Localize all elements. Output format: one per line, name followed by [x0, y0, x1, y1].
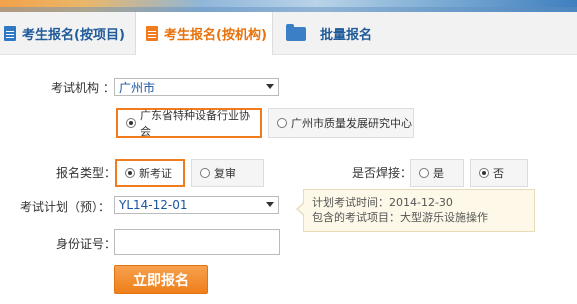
radio-icon [277, 118, 287, 128]
org-label: 广州市质量发展研究中心 [291, 117, 412, 130]
chevron-down-icon [266, 202, 274, 207]
institution-select[interactable]: 广州市 [114, 78, 279, 96]
reg-type-text: 复审 [214, 167, 236, 180]
tab-label: 考生报名(按机构) [164, 28, 267, 43]
document-icon [4, 25, 16, 41]
institution-value: 广州市 [119, 80, 156, 95]
exam-plan-value: YL14-12-01 [119, 198, 188, 212]
tab-bar: 考生报名(按项目) 考生报名(按机构) 批量报名 [0, 12, 577, 55]
welding-text: 否 [493, 167, 504, 180]
tooltip-date: 计划考试时间：2014-12-30 [312, 196, 453, 209]
welding-label: 是否焊接： [352, 166, 413, 180]
radio-icon [419, 168, 429, 178]
tab-batch-register[interactable]: 批量报名 [283, 12, 426, 54]
id-label: 身份证号： [56, 237, 117, 251]
tooltip-project: 包含的考试项目：大型游乐设施操作 [312, 211, 488, 224]
welding-yes[interactable]: 是 [410, 159, 464, 187]
radio-icon [125, 168, 135, 178]
reg-type-review[interactable]: 复审 [191, 159, 264, 187]
radio-icon [479, 168, 489, 178]
document-icon [146, 26, 158, 41]
reg-type-text: 新考证 [139, 167, 172, 180]
org-option-guangzhou[interactable]: 广州市质量发展研究中心 [268, 108, 414, 138]
chevron-down-icon [266, 84, 274, 89]
welding-no[interactable]: 否 [470, 159, 528, 187]
plan-label: 考试计划（预）： [20, 200, 111, 214]
institution-label: 考试机构 ： [51, 81, 115, 95]
org-option-guangdong[interactable]: 广东省特种设备行业协会 [116, 108, 262, 138]
welding-text: 是 [433, 167, 444, 180]
radio-icon [200, 168, 210, 178]
tab-label: 考生报名(按项目) [22, 27, 125, 43]
id-number-input[interactable] [114, 229, 280, 255]
tab-register-by-project[interactable]: 考生报名(按项目) [4, 12, 132, 54]
exam-plan-select[interactable]: YL14-12-01 [114, 196, 279, 214]
register-now-button[interactable]: 立即报名 [114, 265, 208, 294]
radio-icon [126, 118, 136, 128]
tab-label: 批量报名 [320, 27, 373, 43]
exam-plan-tooltip: 计划考试时间：2014-12-30 包含的考试项目：大型游乐设施操作 [296, 189, 535, 232]
folder-icon [286, 24, 306, 41]
reg-type-label: 报名类型： [56, 166, 117, 180]
top-banner [0, 0, 577, 12]
tab-register-by-institution[interactable]: 考生报名(按机构) [135, 12, 273, 55]
org-label: 广东省特种设备行业协会 [140, 109, 250, 138]
reg-type-new[interactable]: 新考证 [115, 159, 185, 187]
